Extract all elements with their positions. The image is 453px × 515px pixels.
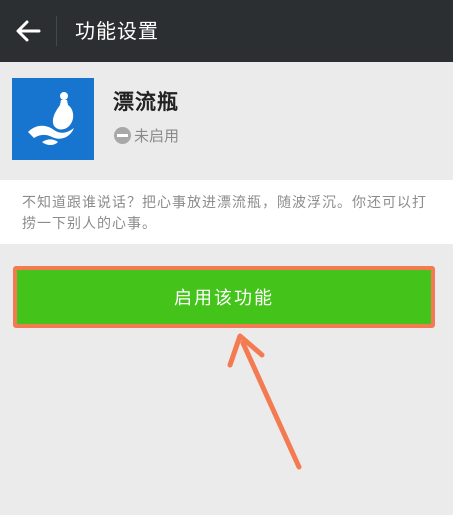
arrow-left-icon bbox=[16, 20, 41, 42]
back-button[interactable] bbox=[8, 11, 48, 51]
page-title: 功能设置 bbox=[75, 19, 159, 43]
feature-description: 不知道跟谁说话？把心事放进漂流瓶，随波浮沉。你还可以打捞一下别人的心事。 bbox=[22, 195, 427, 232]
disabled-minus-icon bbox=[114, 126, 131, 144]
enable-feature-label: 启用该功能 bbox=[174, 288, 274, 309]
feature-description-panel: 不知道跟谁说话？把心事放进漂流瓶，随波浮沉。你还可以打捞一下别人的心事。 bbox=[0, 180, 453, 244]
feature-header: 漂流瓶 未启用 bbox=[0, 62, 453, 180]
feature-logo bbox=[12, 78, 94, 160]
nav-divider bbox=[56, 16, 57, 46]
feature-name: 漂流瓶 bbox=[113, 90, 179, 114]
drift-bottle-icon bbox=[28, 92, 74, 145]
top-navigation-bar: 功能设置 bbox=[0, 0, 453, 62]
status-text: 未启用 bbox=[134, 126, 180, 145]
enable-feature-button[interactable]: 启用该功能 bbox=[13, 266, 435, 328]
feature-status: 未启用 bbox=[114, 124, 179, 146]
